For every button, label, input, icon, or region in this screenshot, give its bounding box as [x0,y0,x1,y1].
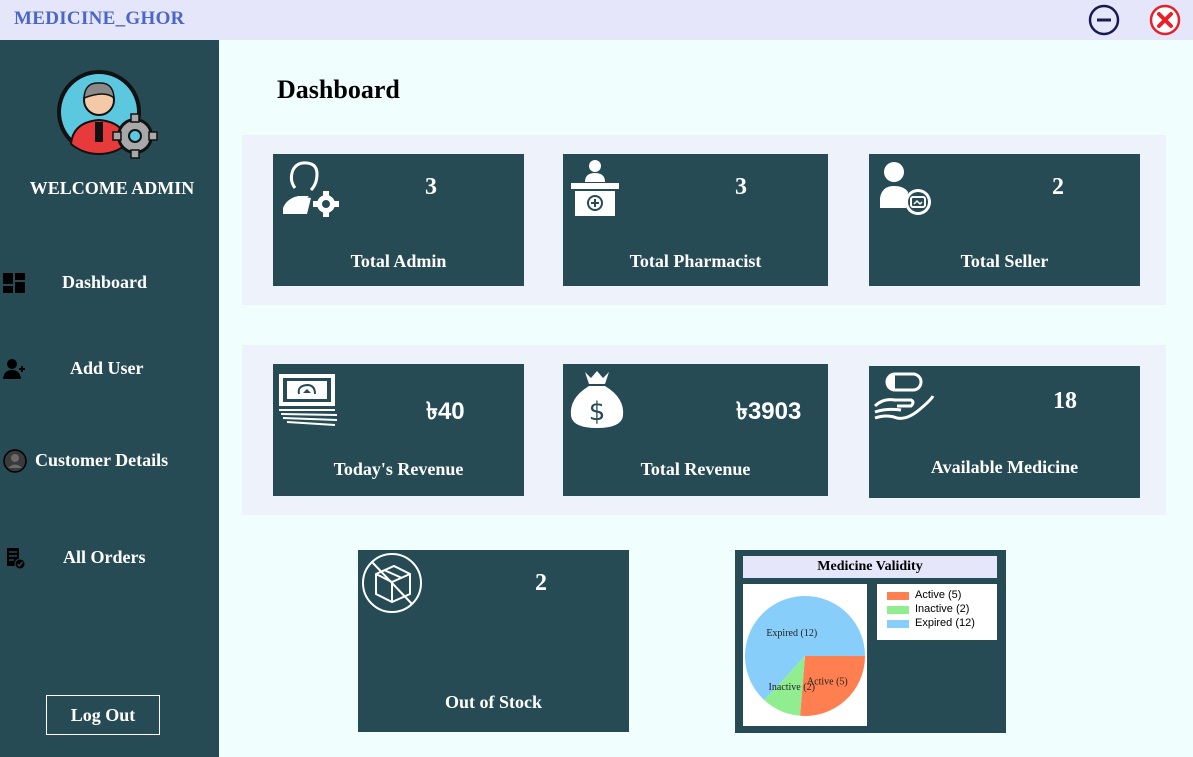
legend-swatch [887,606,909,614]
cash-icon [279,374,338,426]
todays-revenue-label: Today's Revenue [333,459,464,479]
legend-label: Expired (12) [915,617,975,629]
customer-icon [3,449,27,473]
logout-button[interactable]: Log Out [46,695,160,735]
nav-dashboard-label: Dashboard [62,272,148,292]
out-of-stock-card: 2 Out of Stock [358,550,629,732]
nav-all-orders-label: All Orders [63,547,146,567]
nav-customer-details[interactable]: Customer Details [0,443,219,479]
nav-all-orders[interactable]: All Orders [0,540,219,576]
legend-item-inactive: Inactive (2) [877,603,997,617]
pie-label-inactive: Inactive (2) [769,682,815,693]
legend-item-expired: Expired (12) [877,617,997,631]
todays-revenue-card: ৳40 Today's Revenue [273,364,524,496]
total-revenue-value: ৳3903 [736,398,802,425]
total-revenue-card: $ ৳3903 Total Revenue [563,364,828,496]
add-user-icon [3,359,25,379]
legend-swatch [887,620,909,628]
out-of-stock-box-icon [362,553,422,613]
available-medicine-value: 18 [1053,388,1077,414]
total-revenue-label: Total Revenue [640,459,751,479]
out-of-stock-label: Out of Stock [444,692,542,712]
medicine-validity-chart: Medicine Validity Active (5) Inactive (2)… [735,550,1006,733]
seller-icon [880,162,931,215]
close-icon[interactable] [1149,4,1181,36]
orders-icon [7,548,26,570]
dashboard-icon [3,273,25,293]
total-pharmacist-value: 3 [735,174,747,200]
available-medicine-label: Available Medicine [930,457,1079,477]
out-of-stock-value: 2 [535,570,547,596]
pie-plot-area: Active (5) Inactive (2) Expired (12) [743,584,867,726]
welcome-text: WELCOME ADMIN [29,178,195,198]
total-pharmacist-label: Total Pharmacist [629,251,762,271]
total-admin-label: Total Admin [350,251,447,271]
nav-add-user-label: Add User [70,358,144,378]
title-bar: MEDICINE_GHOR [0,0,1193,40]
legend-swatch [887,592,909,600]
legend-item-active: Active (5) [877,589,997,603]
chart-title: Medicine Validity [743,556,997,578]
pie-label-expired: Expired (12) [766,628,817,639]
svg-text:$: $ [589,397,606,427]
total-seller-card: 2 Total Seller [869,154,1140,286]
total-seller-value: 2 [1052,174,1064,200]
sidebar: WELCOME ADMIN Dashboard Add User Custome… [0,40,219,757]
page-title: Dashboard [277,75,400,104]
total-pharmacist-card: 3 Total Pharmacist [563,154,828,286]
legend-label: Inactive (2) [915,603,970,615]
todays-revenue-value: ৳40 [426,398,465,425]
total-seller-label: Total Seller [960,251,1049,271]
nav-customer-details-label: Customer Details [35,450,169,470]
pill-hand-icon [873,372,935,420]
pie-chart: Active (5)Inactive (2)Expired (12) [745,596,865,716]
pharmacist-counter-icon [571,160,619,216]
total-admin-value: 3 [425,174,437,200]
admin-avatar-icon [57,70,158,159]
admin-gear-icon [283,161,339,217]
total-admin-card: 3 Total Admin [273,154,524,286]
chart-legend: Active (5) Inactive (2) Expired (12) [877,584,997,640]
legend-label: Active (5) [915,589,962,601]
nav-add-user[interactable]: Add User [0,351,219,387]
app-title: MEDICINE_GHOR [14,8,185,29]
minimize-icon[interactable] [1088,4,1120,36]
available-medicine-card: 18 Available Medicine [869,366,1140,498]
money-bag-icon: $ [570,371,624,428]
nav-dashboard[interactable]: Dashboard [0,265,219,301]
